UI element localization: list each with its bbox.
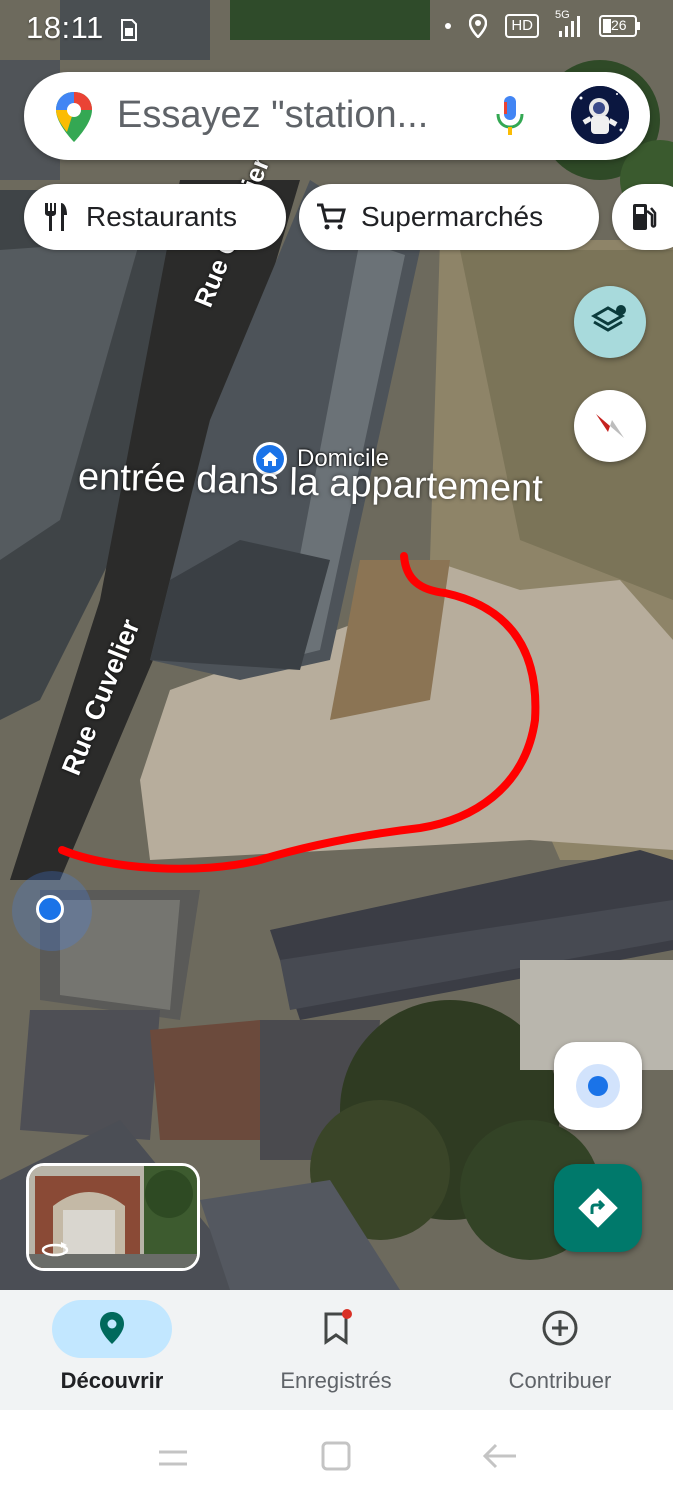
directions-icon — [578, 1188, 618, 1228]
battery-level: 26 — [611, 17, 627, 33]
avatar[interactable] — [571, 86, 629, 144]
system-navigation-bar — [0, 1410, 673, 1500]
hd-badge: HD — [505, 14, 539, 38]
my-location-dot — [36, 895, 64, 923]
nav-discover-label: Découvrir — [60, 1368, 164, 1393]
location-pin-icon — [100, 1312, 124, 1344]
nav-discover[interactable]: Découvrir — [0, 1290, 224, 1410]
my-location-button[interactable] — [554, 1042, 642, 1130]
compass-button[interactable] — [574, 390, 646, 462]
add-circle-icon — [542, 1310, 578, 1346]
street-view-360-icon — [41, 1242, 69, 1257]
bottom-navigation: Découvrir Enregistrés Contribuer — [0, 1290, 673, 1410]
location-status-icon — [469, 14, 488, 38]
home-button-icon[interactable] — [320, 1440, 352, 1472]
chip-gas-stations[interactable] — [612, 184, 673, 250]
bookmark-icon — [324, 1309, 352, 1345]
notification-dot-icon — [445, 23, 452, 29]
search-bar[interactable]: Essayez "station... — [24, 72, 650, 160]
chip-restaurants[interactable]: Restaurants — [24, 184, 286, 250]
directions-button[interactable] — [554, 1164, 642, 1252]
fork-knife-icon — [40, 201, 72, 233]
astronaut-avatar-icon — [571, 86, 629, 144]
nav-saved[interactable]: Enregistrés — [224, 1290, 448, 1410]
chip-supermarkets-label: Supermarchés — [361, 201, 544, 232]
network-label: 5G — [555, 9, 570, 21]
compass-icon — [596, 414, 624, 438]
gas-station-icon — [628, 201, 660, 233]
sim-icon — [120, 16, 138, 50]
status-icons: HD 5G 26 — [445, 9, 641, 38]
shopping-cart-icon — [315, 201, 347, 233]
chip-supermarkets[interactable]: Supermarchés — [299, 184, 599, 250]
status-time: 18:11 — [26, 10, 104, 45]
nav-contribute-label: Contribuer — [508, 1368, 612, 1393]
back-icon[interactable] — [482, 1442, 518, 1470]
chip-restaurants-label: Restaurants — [86, 201, 237, 232]
signal-icon: 5G — [555, 9, 581, 37]
my-location-icon — [576, 1064, 620, 1108]
street-view-thumbnail[interactable] — [26, 1163, 200, 1271]
layers-icon — [590, 305, 626, 332]
layers-button[interactable] — [574, 286, 646, 358]
microphone-icon[interactable] — [495, 94, 525, 138]
battery-icon: 26 — [599, 15, 641, 37]
status-bar: 18:11 HD 5G 26 — [0, 0, 673, 56]
google-maps-pin-icon — [56, 92, 92, 142]
nav-contribute[interactable]: Contribuer — [448, 1290, 672, 1410]
nav-saved-label: Enregistrés — [280, 1368, 392, 1393]
search-input[interactable]: Essayez "station... — [117, 94, 428, 137]
recent-apps-icon[interactable] — [156, 1444, 190, 1470]
